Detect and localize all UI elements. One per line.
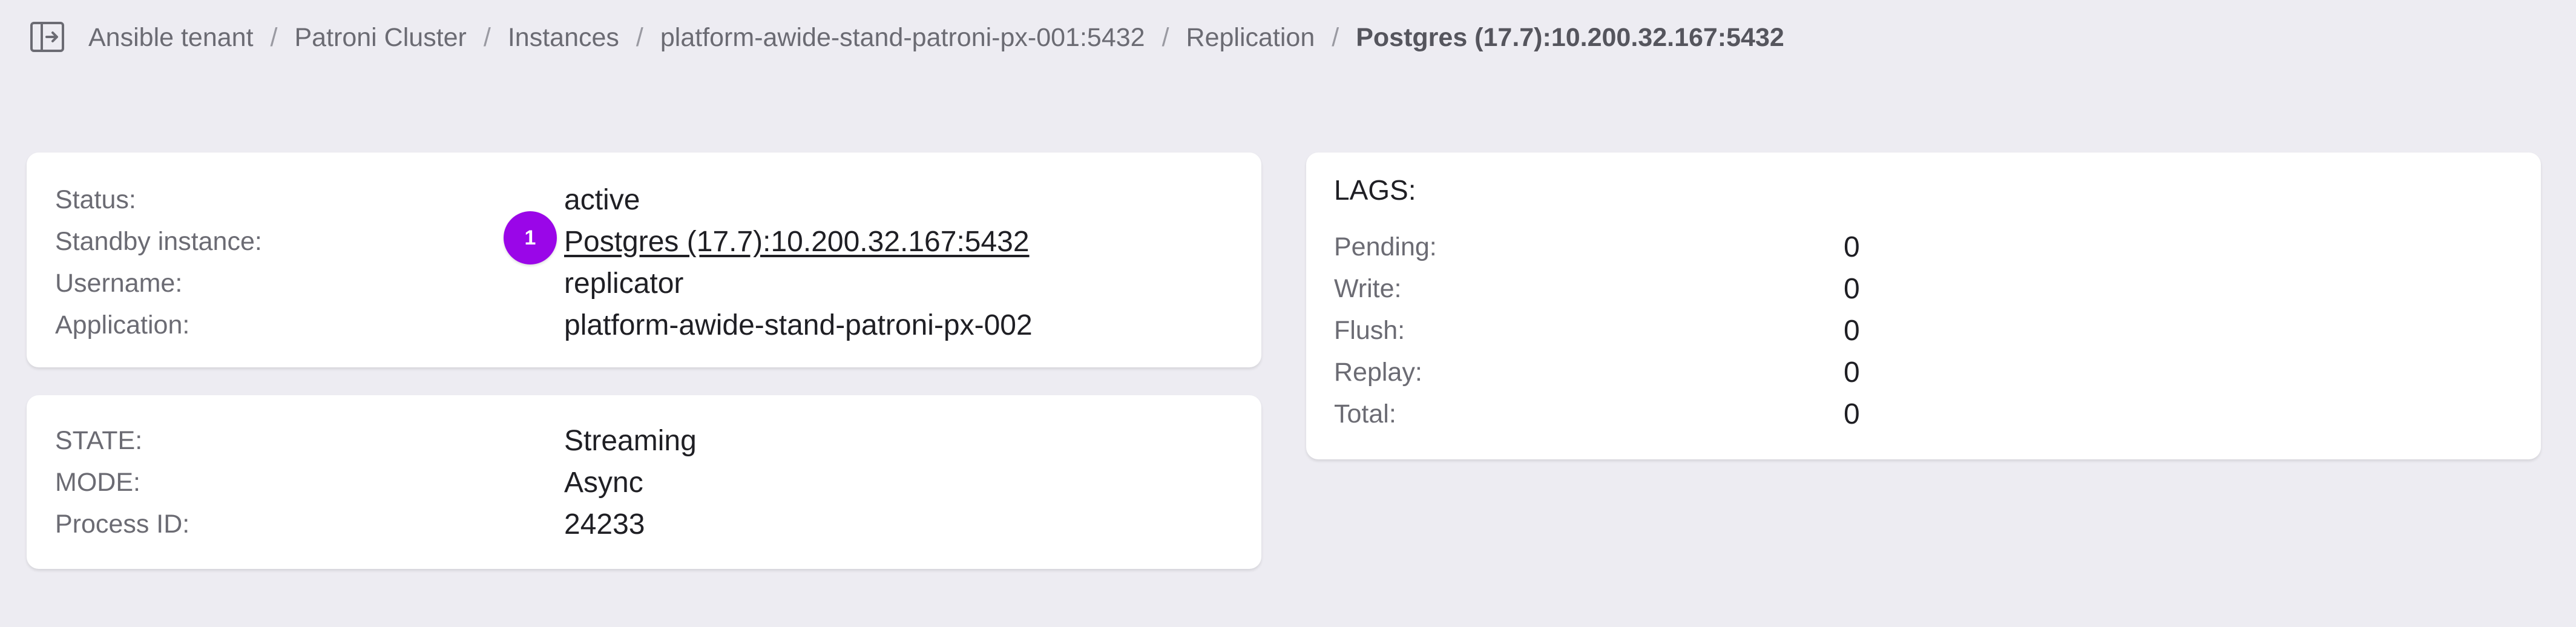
process-id-row: Process ID: 24233 bbox=[27, 504, 1261, 545]
state-label: STATE: bbox=[55, 426, 143, 455]
mode-label: MODE: bbox=[55, 468, 140, 497]
breadcrumb-instance[interactable]: platform-awide-stand-patroni-px-001:5432 bbox=[660, 23, 1145, 53]
status-value: active bbox=[564, 184, 640, 216]
lag-row-flush: Flush: 0 bbox=[1306, 310, 2541, 352]
breadcrumb-separator: / bbox=[1332, 23, 1339, 52]
lags-title: LAGS: bbox=[1334, 174, 1416, 206]
breadcrumb-separator: / bbox=[636, 23, 643, 52]
lag-row-total: Total: 0 bbox=[1306, 393, 2541, 435]
lag-label: Total: bbox=[1334, 399, 1396, 428]
standby-instance-label: Standby instance: bbox=[55, 227, 262, 256]
process-id-label: Process ID: bbox=[55, 510, 190, 539]
lag-value: 0 bbox=[1844, 398, 1860, 430]
lag-label: Write: bbox=[1334, 274, 1402, 303]
sidebar-toggle-icon[interactable] bbox=[30, 21, 65, 53]
lag-row-write: Write: 0 bbox=[1306, 268, 2541, 310]
lag-row-pending: Pending: 0 bbox=[1306, 226, 2541, 268]
application-label: Application: bbox=[55, 310, 190, 340]
mode-value: Async bbox=[564, 467, 643, 499]
lags-card: LAGS: Pending: 0 Write: 0 Flush: 0 Repla… bbox=[1306, 153, 2541, 459]
lag-label: Flush: bbox=[1334, 316, 1405, 345]
breadcrumb-replication[interactable]: Replication bbox=[1186, 23, 1315, 53]
breadcrumb-instances[interactable]: Instances bbox=[508, 23, 619, 53]
lag-value: 0 bbox=[1844, 315, 1860, 347]
standby-instance-link[interactable]: Postgres (17.7):10.200.32.167:5432 bbox=[564, 221, 1030, 263]
lag-value: 0 bbox=[1844, 273, 1860, 305]
breadcrumb-current: Postgres (17.7):10.200.32.167:5432 bbox=[1356, 23, 1784, 52]
username-row: Username: replicator bbox=[27, 263, 1261, 304]
breadcrumb-separator: / bbox=[483, 23, 491, 52]
lag-value: 0 bbox=[1844, 356, 1860, 389]
replication-info-card: Status: active Standby instance: Postgre… bbox=[27, 153, 1261, 367]
breadcrumb-separator: / bbox=[1162, 23, 1169, 52]
lag-value: 0 bbox=[1844, 231, 1860, 263]
annotation-badge: 1 bbox=[504, 211, 557, 264]
top-bar: Ansible tenant / Patroni Cluster / Insta… bbox=[0, 0, 2576, 76]
status-row: Status: active bbox=[27, 179, 1261, 221]
lag-row-replay: Replay: 0 bbox=[1306, 352, 2541, 393]
replication-state-card: STATE: Streaming MODE: Async Process ID:… bbox=[27, 395, 1261, 569]
state-value: Streaming bbox=[564, 425, 697, 457]
username-value: replicator bbox=[564, 268, 684, 300]
breadcrumb: Ansible tenant / Patroni Cluster / Insta… bbox=[88, 0, 1784, 76]
state-row: STATE: Streaming bbox=[27, 420, 1261, 462]
standby-instance-row: Standby instance: Postgres (17.7):10.200… bbox=[27, 221, 1261, 263]
username-label: Username: bbox=[55, 269, 183, 298]
process-id-value: 24233 bbox=[564, 508, 645, 540]
breadcrumb-separator: / bbox=[270, 23, 278, 52]
status-label: Status: bbox=[55, 185, 136, 214]
lag-label: Replay: bbox=[1334, 358, 1422, 387]
breadcrumb-patroni-cluster[interactable]: Patroni Cluster bbox=[294, 23, 466, 53]
application-row: Application: platform-awide-stand-patron… bbox=[27, 304, 1261, 346]
mode-row: MODE: Async bbox=[27, 462, 1261, 504]
application-value: platform-awide-stand-patroni-px-002 bbox=[564, 309, 1033, 341]
lag-label: Pending: bbox=[1334, 232, 1437, 261]
breadcrumb-ansible-tenant[interactable]: Ansible tenant bbox=[88, 23, 254, 53]
